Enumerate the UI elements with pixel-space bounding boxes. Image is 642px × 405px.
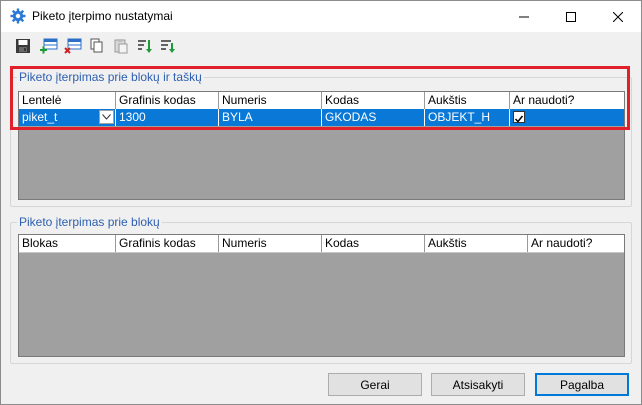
cell-grafinis-kodas[interactable]: 1300 — [116, 109, 219, 126]
add-row-icon[interactable] — [39, 36, 59, 56]
ok-button[interactable]: Gerai — [328, 373, 422, 396]
delete-row-icon[interactable] — [63, 36, 83, 56]
column-header-aukstis[interactable]: Aukštis — [425, 235, 528, 252]
group1-label: Piketo įterpimas prie blokų ir taškų — [17, 70, 204, 84]
column-header-grafinis-kodas[interactable]: Grafinis kodas — [116, 92, 219, 109]
cell-kodas[interactable]: GKODAS — [322, 109, 425, 126]
column-header-ar-naudoti[interactable]: Ar naudoti? — [528, 235, 624, 252]
copy-icon[interactable] — [87, 36, 107, 56]
minimize-icon — [519, 16, 529, 17]
column-header-blokas[interactable]: Blokas — [19, 235, 116, 252]
column-header-aukstis[interactable]: Aukštis — [425, 92, 510, 109]
paste-icon[interactable] — [111, 36, 131, 56]
cell-ar-naudoti[interactable] — [510, 109, 624, 126]
maximize-icon — [566, 11, 576, 22]
cell-numeris[interactable]: BYLA — [219, 109, 322, 126]
column-header-grafinis-kodas[interactable]: Grafinis kodas — [116, 235, 219, 252]
use-checkbox[interactable] — [513, 111, 525, 123]
close-icon — [613, 11, 623, 22]
cell-aukstis[interactable]: OBJEKT_H — [425, 109, 510, 126]
group2-label: Piketo įterpimas prie blokų — [17, 215, 162, 229]
cancel-button[interactable]: Atsisakyti — [431, 373, 525, 396]
column-header-kodas[interactable]: Kodas — [322, 235, 425, 252]
maximize-button[interactable] — [548, 1, 594, 32]
grid2-header: Blokas Grafinis kodas Numeris Kodas Aukš… — [19, 235, 624, 253]
column-header-numeris[interactable]: Numeris — [219, 235, 322, 252]
checkmark-icon — [514, 115, 524, 123]
column-header-kodas[interactable]: Kodas — [322, 92, 425, 109]
table-row[interactable]: piket_t 1300 BYLA GKODAS OBJEKT_H — [19, 109, 624, 126]
save-icon[interactable] — [13, 36, 33, 56]
title-bar: Piketo įterpimo nustatymai — [1, 1, 641, 32]
help-button[interactable]: Pagalba — [535, 373, 629, 396]
minimize-button[interactable] — [501, 1, 547, 32]
cell-lentele-value: piket_t — [22, 110, 58, 124]
sort-icon[interactable] — [135, 36, 155, 56]
window-title: Piketo įterpimo nustatymai — [32, 9, 173, 23]
cell-lentele[interactable]: piket_t — [19, 109, 116, 126]
grid1-header: Lentelė Grafinis kodas Numeris Kodas Auk… — [19, 92, 624, 110]
column-header-lentele[interactable]: Lentelė — [19, 92, 116, 109]
chevron-down-icon — [102, 114, 111, 120]
toolbar — [1, 32, 641, 59]
dialog-window: Piketo įterpimo nustatymai Piketo įterpi… — [0, 0, 642, 405]
column-header-numeris[interactable]: Numeris — [219, 92, 322, 109]
grid-blocks-and-points[interactable]: Lentelė Grafinis kodas Numeris Kodas Auk… — [18, 91, 625, 200]
grid-blocks[interactable]: Blokas Grafinis kodas Numeris Kodas Aukš… — [18, 234, 625, 357]
close-button[interactable] — [595, 1, 641, 32]
gear-icon — [10, 8, 26, 24]
filter-icon[interactable] — [158, 36, 178, 56]
column-header-ar-naudoti[interactable]: Ar naudoti? — [510, 92, 624, 109]
dropdown-button[interactable] — [99, 110, 114, 124]
